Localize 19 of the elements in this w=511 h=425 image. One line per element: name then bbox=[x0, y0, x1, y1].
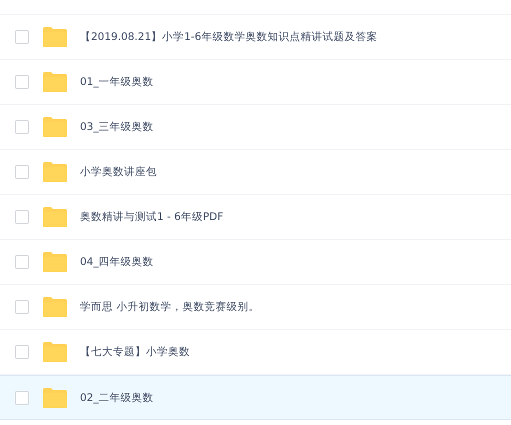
file-name[interactable]: 02_二年级奥数 bbox=[80, 390, 154, 404]
file-row[interactable]: 02_二年级奥数 bbox=[0, 375, 511, 420]
file-name[interactable]: 【2019.08.21】小学1-6年级数学奥数知识点精讲试题及答案 bbox=[80, 30, 378, 44]
checkbox[interactable] bbox=[15, 300, 29, 314]
checkbox[interactable] bbox=[15, 390, 29, 404]
checkbox[interactable] bbox=[15, 75, 29, 89]
file-name[interactable]: 04_四年级奥数 bbox=[80, 255, 154, 269]
file-name[interactable]: 03_三年级奥数 bbox=[80, 120, 154, 134]
checkbox[interactable] bbox=[15, 30, 29, 44]
file-name[interactable]: 小学奥数讲座包 bbox=[80, 165, 157, 179]
file-name[interactable]: 01_一年级奥数 bbox=[80, 75, 154, 89]
checkbox[interactable] bbox=[15, 255, 29, 269]
file-name[interactable]: 学而思 小升初数学，奥数竞赛级别。 bbox=[80, 300, 260, 314]
checkbox[interactable] bbox=[15, 210, 29, 224]
checkbox[interactable] bbox=[15, 165, 29, 179]
file-name[interactable]: 【七大专题】小学奥数 bbox=[80, 345, 190, 359]
checkbox[interactable] bbox=[15, 345, 29, 359]
file-name[interactable]: 奥数精讲与测试1 - 6年级PDF bbox=[80, 210, 224, 224]
checkbox[interactable] bbox=[15, 120, 29, 134]
